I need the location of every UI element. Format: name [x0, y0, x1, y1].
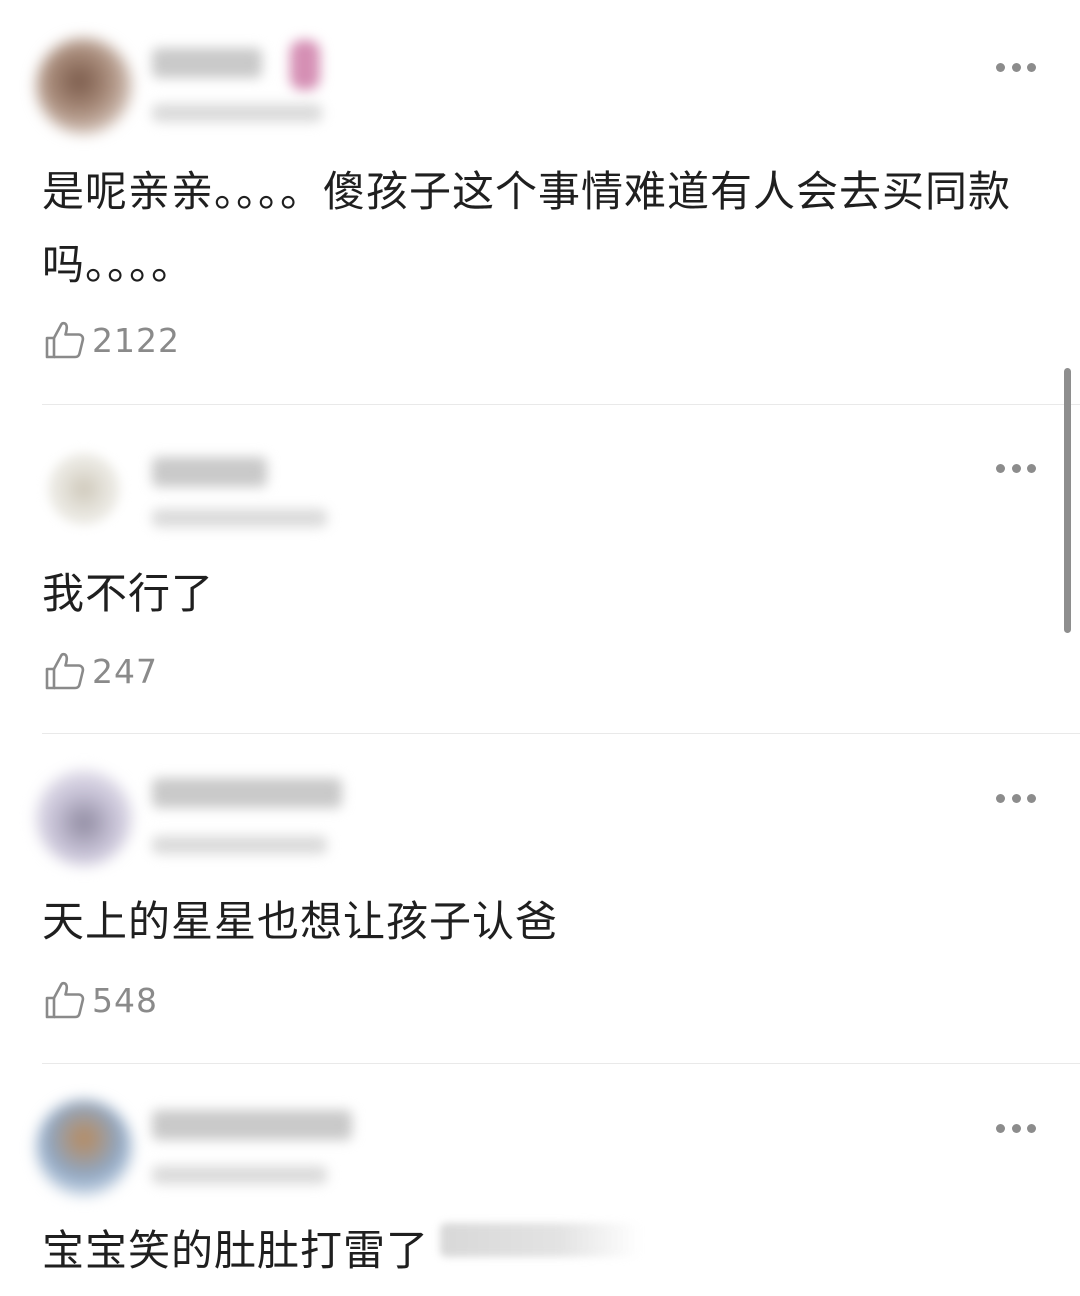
comment-item: 是呢亲亲。。。。傻孩子这个事情难道有人会去买同款吗。。。。 2122: [0, 0, 1080, 404]
blurred-timestamp: [152, 509, 327, 527]
like-count: 2122: [92, 320, 180, 360]
comment-text: 天上的星星也想让孩子认爸: [42, 897, 559, 946]
like-count: 247: [92, 651, 158, 691]
more-options-icon[interactable]: [996, 793, 1036, 803]
user-avatar[interactable]: [36, 1100, 132, 1196]
blurred-username[interactable]: [152, 778, 342, 808]
more-options-icon[interactable]: [996, 1123, 1036, 1133]
like-button[interactable]: 548: [44, 978, 158, 1022]
comment-text: 是呢亲亲。。。。傻孩子这个事情难道有人会去买同款吗。。。。: [42, 167, 1012, 289]
user-avatar[interactable]: [48, 453, 120, 525]
comment-item: 天上的星星也想让孩子认爸 548: [0, 734, 1080, 1063]
thumbs-up-icon: [45, 321, 85, 359]
comment-feed: 是呢亲亲。。。。傻孩子这个事情难道有人会去买同款吗。。。。 2122 我不行了 …: [0, 0, 1080, 1296]
blurred-username[interactable]: [152, 1110, 352, 1140]
thumbs-up-icon: [45, 981, 85, 1019]
blurred-username[interactable]: [152, 457, 267, 487]
comment-item: 宝宝笑的肚肚打雷了: [0, 1064, 1080, 1296]
blurred-timestamp: [152, 1166, 327, 1184]
like-button[interactable]: 2122: [44, 318, 180, 362]
thumbs-up-icon: [45, 652, 85, 690]
blurred-username[interactable]: [152, 48, 262, 78]
blurred-badge-icon: [290, 40, 320, 90]
user-avatar[interactable]: [36, 770, 132, 866]
comment-item: 我不行了 247: [0, 405, 1080, 733]
scrollbar[interactable]: [1064, 368, 1071, 633]
like-button[interactable]: 247: [44, 649, 158, 693]
more-options-icon[interactable]: [996, 463, 1036, 473]
user-avatar[interactable]: [36, 38, 132, 134]
comment-text: 我不行了: [42, 569, 215, 618]
blurred-watermark: [440, 1223, 640, 1257]
blurred-timestamp: [152, 836, 327, 854]
blurred-timestamp: [152, 104, 322, 122]
like-count: 548: [92, 980, 158, 1020]
more-options-icon[interactable]: [996, 62, 1036, 72]
